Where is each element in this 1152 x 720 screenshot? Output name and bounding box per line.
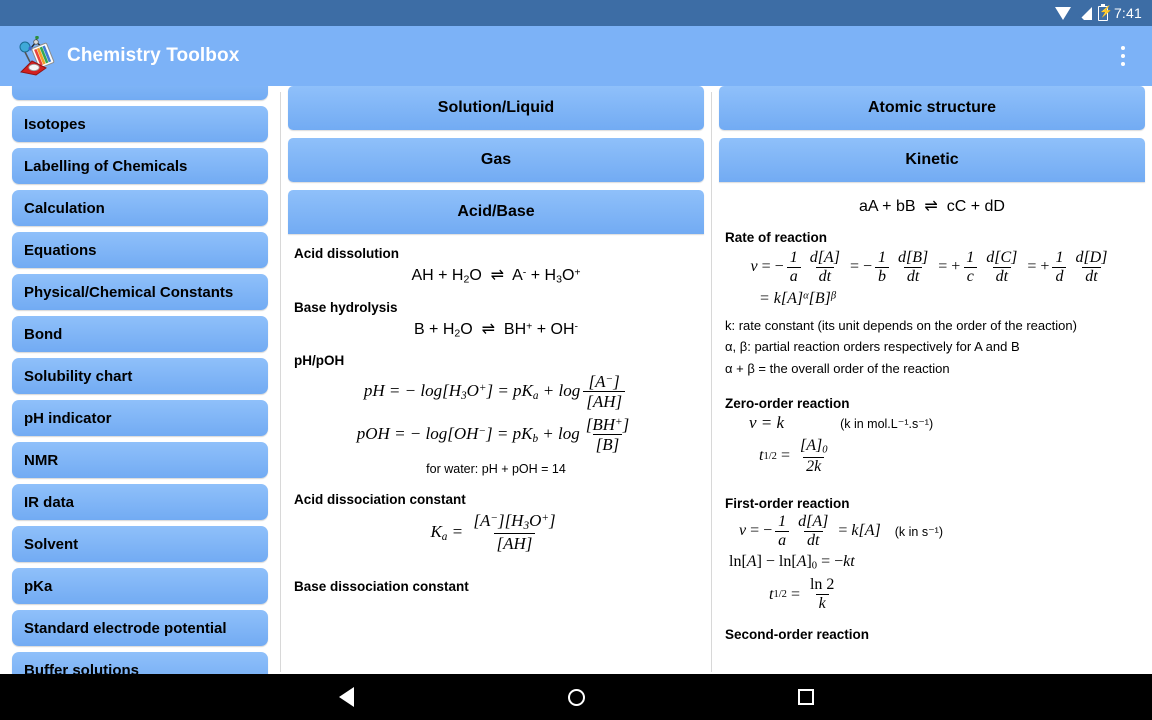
first-order-half-life: t 1/2 = ln 2k (769, 576, 835, 613)
zero-order-rate-equation: v = k (749, 413, 785, 433)
section-header-kinetic[interactable]: Kinetic (719, 138, 1145, 182)
sidebar-item-label: Solubility chart (24, 367, 133, 385)
acid-dissolution-equation: AH + H2O ⇌ A- + H3O+ (411, 266, 581, 286)
kinetic-panel: aA + bB ⇌ cC + dD Rate of reaction v = −… (719, 182, 1145, 642)
sidebar-item-label: IR data (24, 493, 75, 511)
back-button[interactable] (231, 687, 461, 707)
sidebar-item-label: Isotopes (24, 115, 86, 133)
sidebar-item-solvent[interactable]: Solvent (12, 526, 268, 562)
status-icons: 7:41 (1054, 3, 1142, 21)
first-order-unit-note: (k in s⁻¹) (894, 524, 944, 539)
sidebar-item-ir-data[interactable]: IR data (12, 484, 268, 520)
android-nav-bar (0, 674, 1152, 720)
section-header-label: Atomic structure (867, 99, 997, 116)
sidebar-item-standard-electrode-potential[interactable]: Standard electrode potential (12, 610, 268, 646)
home-circle-icon (567, 688, 585, 706)
sidebar-item-label: Calculation (24, 199, 105, 217)
recents-square-icon (798, 689, 814, 705)
water-ph-note: for water: pH + pOH = 14 (426, 462, 566, 477)
section-header-atomic-structure[interactable]: Atomic structure (719, 86, 1145, 130)
sidebar-item-label: Labelling of Chemicals (24, 157, 188, 175)
rate-note-orders: α, β: partial reaction orders respective… (725, 339, 1020, 355)
first-order-integrated: ln[A] − ln[A]0 = −kt (729, 553, 855, 573)
poh-equation: pOH = − log[OH−] = pKb + log [BH+] [B] (356, 415, 630, 455)
sidebar-item-label: pKa (24, 577, 53, 595)
section-header-acid-base[interactable]: Acid/Base (288, 190, 704, 234)
section-header-solution-liquid[interactable]: Solution/Liquid (288, 86, 704, 130)
sidebar-item-label: Buffer solutions (24, 661, 139, 675)
second-order-title: Second-order reaction (725, 626, 870, 642)
first-order-rate-row: v = − 1a d[A] dt = k[A] (k in s⁻¹) (725, 513, 1139, 550)
section-header-label: Gas (480, 151, 512, 168)
sidebar-item-labelling-of-chemicals[interactable]: Labelling of Chemicals (12, 148, 268, 184)
sidebar-column[interactable]: Isotopes Labelling of Chemicals Calculat… (0, 86, 280, 674)
rate-of-reaction-equation-line1: v = − 1a d[A] dt = − 1b d[B] dt = + 1c d[C… (750, 249, 1108, 285)
zero-order-title: Zero-order reaction (725, 396, 850, 412)
chemistry-toolbox-logo-icon (16, 35, 56, 76)
sidebar-item-bond[interactable]: Bond (12, 316, 268, 352)
sidebar-item-physical-chemical-constants[interactable]: Physical/Chemical Constants (12, 274, 268, 310)
base-dissociation-constant-title: Base dissociation constant (294, 578, 469, 594)
base-hydrolysis-equation: B + H2O ⇌ BH+ + OH- (413, 319, 579, 340)
home-button[interactable] (461, 688, 691, 706)
sidebar-item-label: Solvent (24, 535, 79, 553)
main-content: Isotopes Labelling of Chemicals Calculat… (0, 86, 1152, 674)
sidebar-item-label: Equations (24, 241, 97, 259)
rate-note-overall-order: α + β = the overall order of the reactio… (725, 360, 950, 376)
signal-icon (1077, 6, 1092, 20)
zero-order-rate-row: v = k (k in mol.L⁻¹.s⁻¹) (725, 413, 1139, 433)
acid-base-panel: Acid dissolution AH + H2O ⇌ A- + H3O+ Ba… (288, 234, 704, 594)
acid-dissolution-title: Acid dissolution (294, 246, 400, 261)
zero-order-half-life: t 1/2 = [A]0 2k (759, 437, 828, 475)
app-bar: Chemistry Toolbox (0, 26, 1152, 86)
app-title: Chemistry Toolbox (67, 45, 240, 66)
rate-of-reaction-equation-line2: = k[A]α[B]β (759, 289, 837, 307)
sidebar-item-isotopes[interactable]: Isotopes (12, 106, 268, 142)
section-header-label: Kinetic (905, 151, 959, 168)
ph-equation: pH = − log[H3O+] = pKa + log [A−] [AH] (294, 372, 698, 411)
section-header-label: Solution/Liquid (437, 99, 555, 116)
sidebar-item-partial-top[interactable] (12, 86, 268, 100)
sidebar-item-solubility-chart[interactable]: Solubility chart (12, 358, 268, 394)
acid-dissociation-constant-title: Acid dissociation constant (294, 492, 466, 508)
middle-column: Solution/Liquid Gas Acid/Base Acid disso… (281, 86, 711, 674)
sidebar-item-label: pH indicator (24, 409, 112, 427)
sidebar-scroll-list[interactable]: Isotopes Labelling of Chemicals Calculat… (12, 86, 268, 674)
rate-note-k: k: rate constant (its unit depends on th… (725, 317, 1077, 333)
ph-poh-title: pH/pOH (294, 353, 345, 369)
base-hydrolysis-title: Base hydrolysis (294, 299, 398, 315)
kinetic-general-equation: aA + bB ⇌ cC + dD (859, 198, 1005, 215)
sidebar-item-label: Physical/Chemical Constants (24, 283, 234, 301)
section-header-gas[interactable]: Gas (288, 138, 704, 182)
status-bar: 7:41 (0, 0, 1152, 26)
section-header-label: Acid/Base (457, 203, 535, 220)
sidebar-item-label: Standard electrode potential (24, 619, 227, 637)
sidebar-item-buffer-solutions[interactable]: Buffer solutions (12, 652, 268, 674)
first-order-rate-equation: v = − 1a d[A] dt = k[A] (739, 512, 881, 549)
first-order-title: First-order reaction (725, 495, 850, 511)
sidebar-item-label: NMR (24, 451, 59, 469)
acid-dissociation-constant-equation: Ka = [A−][H3O+] [AH] (430, 511, 556, 553)
overflow-menu-icon[interactable] (1108, 36, 1138, 76)
sidebar-item-nmr[interactable]: NMR (12, 442, 268, 478)
wifi-icon (1054, 6, 1072, 20)
battery-charging-icon (1097, 3, 1113, 21)
zero-order-unit-note: (k in mol.L⁻¹.s⁻¹) (840, 416, 934, 431)
sidebar-item-equations[interactable]: Equations (12, 232, 268, 268)
back-triangle-icon (338, 687, 354, 707)
rate-of-reaction-title: Rate of reaction (725, 230, 828, 245)
right-column: Atomic structure Kinetic aA + bB ⇌ cC + … (712, 86, 1152, 674)
recents-button[interactable] (691, 689, 921, 705)
sidebar-item-label: Bond (24, 325, 63, 343)
sidebar-item-calculation[interactable]: Calculation (12, 190, 268, 226)
sidebar-item-ph-indicator[interactable]: pH indicator (12, 400, 268, 436)
status-clock: 7:41 (1113, 5, 1142, 21)
sidebar-item-pka[interactable]: pKa (12, 568, 268, 604)
